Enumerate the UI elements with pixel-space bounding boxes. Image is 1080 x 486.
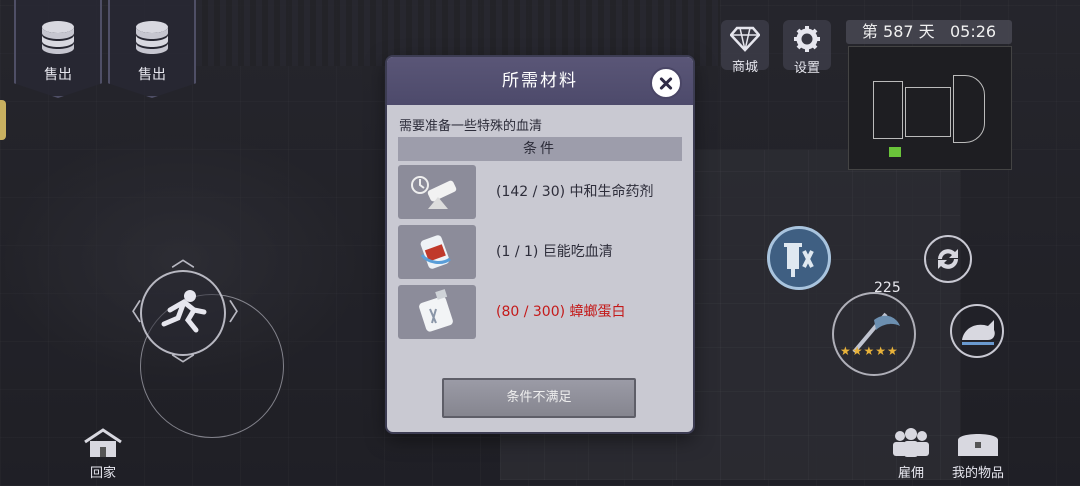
protein-bottle-icon: [419, 289, 453, 332]
arrow-down-icon[interactable]: ﹀: [171, 346, 195, 381]
player-marker-icon: [889, 147, 901, 157]
serum-action-button[interactable]: [767, 226, 831, 290]
day-suffix: 天: [918, 22, 935, 41]
home-button[interactable]: 回家: [78, 428, 128, 481]
coin-stack-icon: [136, 21, 168, 54]
sell-label: 售出: [44, 67, 72, 83]
requirement-row: (142 / 30) 中和生命药剂: [398, 165, 682, 219]
gear-icon: [794, 26, 820, 52]
attack-button[interactable]: [832, 292, 916, 376]
my-items-label: 我的物品: [951, 466, 1004, 481]
item-slot[interactable]: [398, 285, 476, 339]
item-slot[interactable]: [398, 165, 476, 219]
conditions-unmet-button[interactable]: 条件不满足: [442, 378, 636, 418]
sell-label: 售出: [138, 67, 166, 83]
pet-button[interactable]: [950, 304, 1004, 358]
dialog-title: 所需材料: [502, 71, 578, 91]
day-number: 587: [883, 22, 914, 41]
requirement-text: (80 / 300) 蟑螂蛋白: [496, 304, 626, 320]
requirement-row: (80 / 300) 蟑螂蛋白: [398, 285, 682, 339]
hire-label: 雇佣: [897, 466, 924, 481]
materials-dialog: 所需材料 需要准备一些特殊的血清 条件 (142 / 30) 中和生命药剂 (1…: [387, 57, 693, 432]
arrow-right-icon[interactable]: 〉: [228, 292, 252, 327]
swap-button[interactable]: [924, 235, 972, 283]
refresh-icon: [938, 249, 958, 269]
people-icon: [893, 428, 929, 457]
shop-label: 商城: [731, 60, 758, 75]
day-time-display: 第 587 天 05:26: [846, 20, 1012, 44]
hire-button[interactable]: 雇佣: [888, 428, 934, 481]
beast-icon: [962, 320, 995, 345]
serum-vial-icon: [420, 235, 451, 269]
arrow-left-icon[interactable]: 〈: [118, 292, 142, 327]
coin-stack-icon: [42, 21, 74, 54]
minimap-room: [873, 81, 903, 139]
scythe-weapon-icon: [852, 312, 900, 354]
minimap-room: [905, 87, 951, 137]
shop-button[interactable]: 商城: [721, 20, 769, 75]
arrow-up-icon[interactable]: ︿: [171, 238, 195, 273]
my-items-button[interactable]: 我的物品: [948, 428, 1008, 481]
requirement-row: (1 / 1) 巨能吃血清: [398, 225, 682, 279]
running-man-icon: [161, 290, 207, 333]
minimap-room: [953, 75, 985, 143]
settings-button[interactable]: 设置: [783, 20, 831, 76]
neutralizer-potion-icon: [411, 176, 457, 209]
treasure-chest-icon: [958, 434, 998, 456]
sell-button-1[interactable]: 售出: [14, 0, 102, 98]
sprint-button[interactable]: [140, 270, 226, 356]
syringe-wrench-icon: [784, 243, 814, 277]
day-prefix: 第: [861, 22, 878, 41]
requirement-text: (1 / 1) 巨能吃血清: [496, 244, 613, 260]
minimap[interactable]: [848, 46, 1012, 170]
diamond-icon: [729, 26, 761, 52]
side-tab[interactable]: [0, 100, 6, 140]
requirement-text: (142 / 30) 中和生命药剂: [496, 184, 654, 200]
condition-header: 条件: [398, 137, 682, 161]
close-button[interactable]: [650, 67, 682, 99]
sell-button-2[interactable]: 售出: [108, 0, 196, 98]
home-label: 回家: [89, 466, 116, 481]
clock-time: 05:26: [949, 22, 997, 41]
dialog-description: 需要准备一些特殊的血清: [399, 119, 543, 134]
house-icon: [84, 428, 122, 457]
settings-label: 设置: [793, 61, 820, 76]
weapon-stars: ★★★★★: [840, 344, 899, 358]
item-slot[interactable]: [398, 225, 476, 279]
